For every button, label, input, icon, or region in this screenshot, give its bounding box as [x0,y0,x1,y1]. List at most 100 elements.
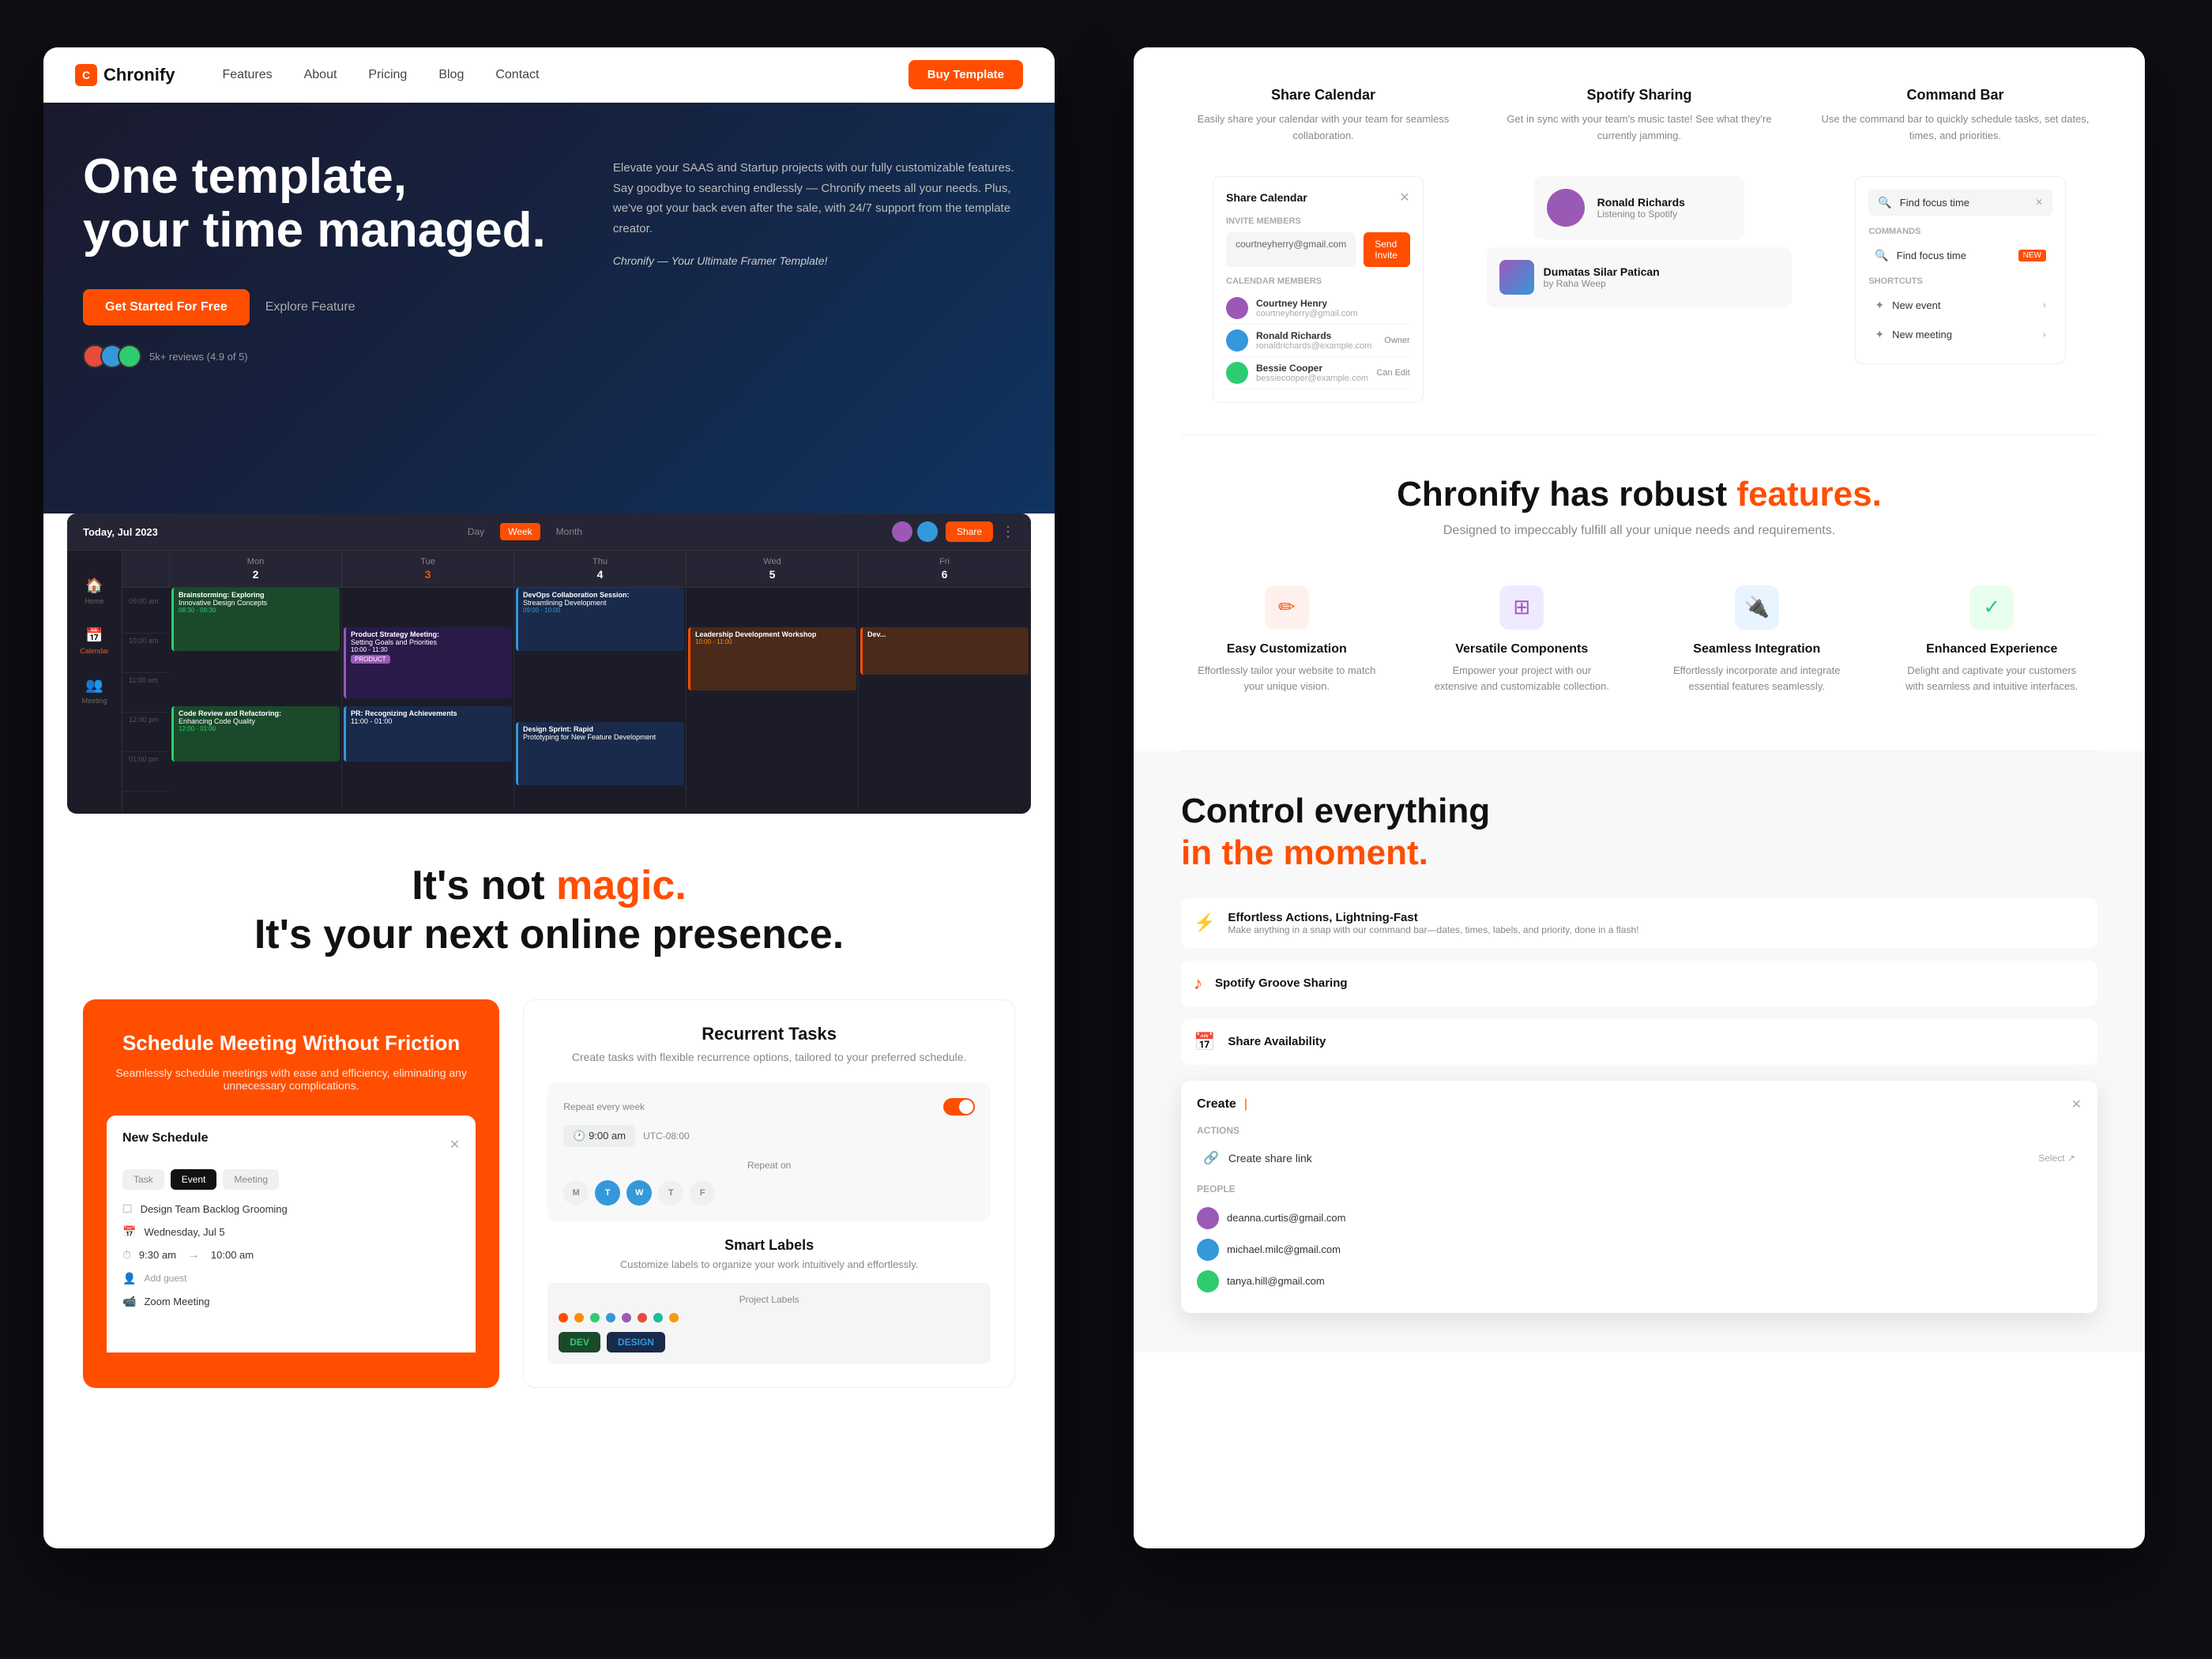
robust-section: Chronify has robust features. Designed t… [1134,435,2145,751]
robust-col-desc-4: Delight and captivate your customers wit… [1902,663,2082,696]
day-wed[interactable]: W [626,1180,652,1206]
recurrent-title: Recurrent Tasks [547,1024,991,1044]
event-product-strategy[interactable]: Product Strategy Meeting: Setting Goals … [344,627,512,698]
person-avatar-2 [1197,1239,1219,1261]
day-mon[interactable]: M [563,1180,589,1206]
command-find-focus[interactable]: 🔍 Find focus time NEW [1868,243,2052,269]
sidebar-calendar[interactable]: 📅 Calendar [67,616,122,666]
track-artist: by Raha Weep [1544,278,1660,289]
shortcut-arrow-2: › [2043,329,2046,340]
person-email-1: deanna.curtis@gmail.com [1227,1212,1345,1224]
integration-icon: 🔌 [1735,585,1779,630]
robust-title: Chronify has robust features. [1181,475,2097,514]
feat-spotify-title: Spotify Groove Sharing [1215,976,1348,990]
video-icon: 📹 [122,1295,136,1308]
robust-seamless: 🔌 Seamless Integration Effortlessly inco… [1651,570,1863,712]
schedule-cards: Schedule Meeting Without Friction Seamle… [83,999,1015,1388]
toggle-switch[interactable] [943,1098,975,1115]
spotify-track-row: Dumatas Silar Patican by Raha Weep [1499,260,1780,295]
cal-time-col: 09:00 am 10:00 am 11:00 am 12:00 pm 01:0… [122,588,170,811]
smart-labels-title: Smart Labels [547,1237,991,1254]
get-started-button[interactable]: Get Started For Free [83,289,250,325]
nav-about[interactable]: About [304,68,337,82]
cal-days-header: Mon2 Tue3 Thu4 Wed5 Fri6 [122,551,1031,588]
chip-dev[interactable]: DEV [559,1332,600,1352]
create-close-icon[interactable]: ✕ [2071,1097,2082,1112]
form-close-icon[interactable]: ✕ [450,1137,460,1153]
nav-blog[interactable]: Blog [438,68,464,82]
create-select-text[interactable]: Select ↗ [2038,1153,2075,1164]
new-event-icon: ✦ [1875,299,1884,312]
cal-actions: Share ⋮ [892,521,1015,542]
schedule-form: New Schedule ✕ Task Event Meeting ☐ Desi… [107,1115,476,1352]
event-col-tue: Product Strategy Meeting: Setting Goals … [342,588,514,811]
command-search-text[interactable]: Find focus time [1900,197,2027,209]
chip-design[interactable]: DESIGN [607,1332,665,1352]
event-brainstorm[interactable]: Brainstorming: Exploring Innovative Desi… [171,588,340,651]
avatar-3 [118,344,141,368]
cal-day-mon: Mon2 [170,551,342,587]
command-bar-desc: Use the command bar to quickly schedule … [1813,111,2097,145]
form-title: New Schedule [122,1131,208,1146]
robust-col-title-4: Enhanced Experience [1902,642,2082,656]
create-share-link-item[interactable]: 🔗 Create share link Select ↗ [1197,1144,2082,1172]
form-row-task: ☐ Design Team Backlog Grooming [122,1202,460,1216]
cal-tabs: Day Week Month [174,523,876,540]
member-name-2: Ronald Richards [1256,330,1376,341]
sidebar-meeting[interactable]: 👥 Meeting [67,666,122,716]
cal-share-button[interactable]: Share [946,521,993,542]
member-name-1: Courtney Henry [1256,298,1410,309]
event-code-review[interactable]: Code Review and Refactoring: Enhancing C… [171,706,340,762]
form-row-meeting: 📹 Zoom Meeting [122,1295,460,1308]
event-leadership[interactable]: Leadership Development Workshop 10:00 - … [688,627,856,690]
cal-tab-day[interactable]: Day [460,523,492,540]
share-cal-title: Share Calendar [1226,191,1307,204]
command-close-icon[interactable]: ✕ [2035,197,2043,208]
new-meeting-icon: ✦ [1875,328,1884,341]
nav-features[interactable]: Features [222,68,272,82]
cal-day-tue: Tue3 [342,551,514,587]
feat-availability: 📅 Share Availability [1181,1019,2097,1065]
event-design-sprint[interactable]: Design Sprint: Rapid Prototyping for New… [516,722,684,785]
event-pr[interactable]: PR: Recognizing Achievements 11:00 - 01:… [344,706,512,762]
shortcut-new-meeting[interactable]: ✦ New meeting › [1868,322,2052,348]
nav-pricing[interactable]: Pricing [368,68,407,82]
send-invite-button[interactable]: Send Invite [1364,232,1409,267]
hero-description: Elevate your SAAS and Startup projects w… [613,158,1015,239]
command-item-text: Find focus time [1897,250,2011,261]
feat-availability-title: Share Availability [1228,1035,1326,1048]
member-courtney: Courtney Henry courtneyherry@gmail.com [1226,292,1410,325]
cal-events-area: 09:00 am 10:00 am 11:00 am 12:00 pm 01:0… [122,588,1031,811]
form-tab-event[interactable]: Event [171,1169,217,1190]
schedule-meeting-card: Schedule Meeting Without Friction Seamle… [83,999,499,1388]
logo[interactable]: C Chronify [75,64,175,86]
form-tab-meeting[interactable]: Meeting [223,1169,279,1190]
event-dev-leadership[interactable]: Dev... [860,627,1029,675]
cal-tab-week[interactable]: Week [500,523,540,540]
spotify-title: Spotify Sharing [1497,87,1781,103]
day-tue[interactable]: T [595,1180,620,1206]
robust-col-title-1: Easy Customization [1197,642,1377,656]
event-devops[interactable]: DevOps Collaboration Session: Streamlini… [516,588,684,651]
form-tab-task[interactable]: Task [122,1169,164,1190]
hero-left: One template, your time managed. Get Sta… [83,150,566,368]
buy-template-button[interactable]: Buy Template [908,60,1023,89]
share-cal-close-icon[interactable]: ✕ [1399,190,1409,205]
invite-input[interactable]: courtneyherry@gmail.com [1226,232,1356,267]
cal-tab-month[interactable]: Month [548,523,590,540]
day-thu[interactable]: T [658,1180,683,1206]
shortcut-new-event[interactable]: ✦ New event › [1868,292,2052,318]
day-fri[interactable]: F [690,1180,715,1206]
clock-icon: ⏱ [122,1248,131,1262]
cal-menu-icon[interactable]: ⋮ [1001,524,1015,540]
cal-sidebar: 🏠 Home 📅 Calendar 👥 Meeting [67,551,122,811]
explore-link[interactable]: Explore Feature [265,300,356,314]
robust-desc: Designed to impeccably fulfill all your … [1181,524,2097,538]
navbar: C Chronify Features About Pricing Blog C… [43,47,1055,103]
nav-contact[interactable]: Contact [495,68,539,82]
member-email-3: bessiecooper@example.com [1256,374,1368,383]
form-meeting-text: Zoom Meeting [144,1296,209,1307]
sidebar-home[interactable]: 🏠 Home [67,566,122,616]
cal-event-cols: Brainstorming: Exploring Innovative Desi… [170,588,1031,811]
create-title-row: Create | [1197,1097,1247,1112]
